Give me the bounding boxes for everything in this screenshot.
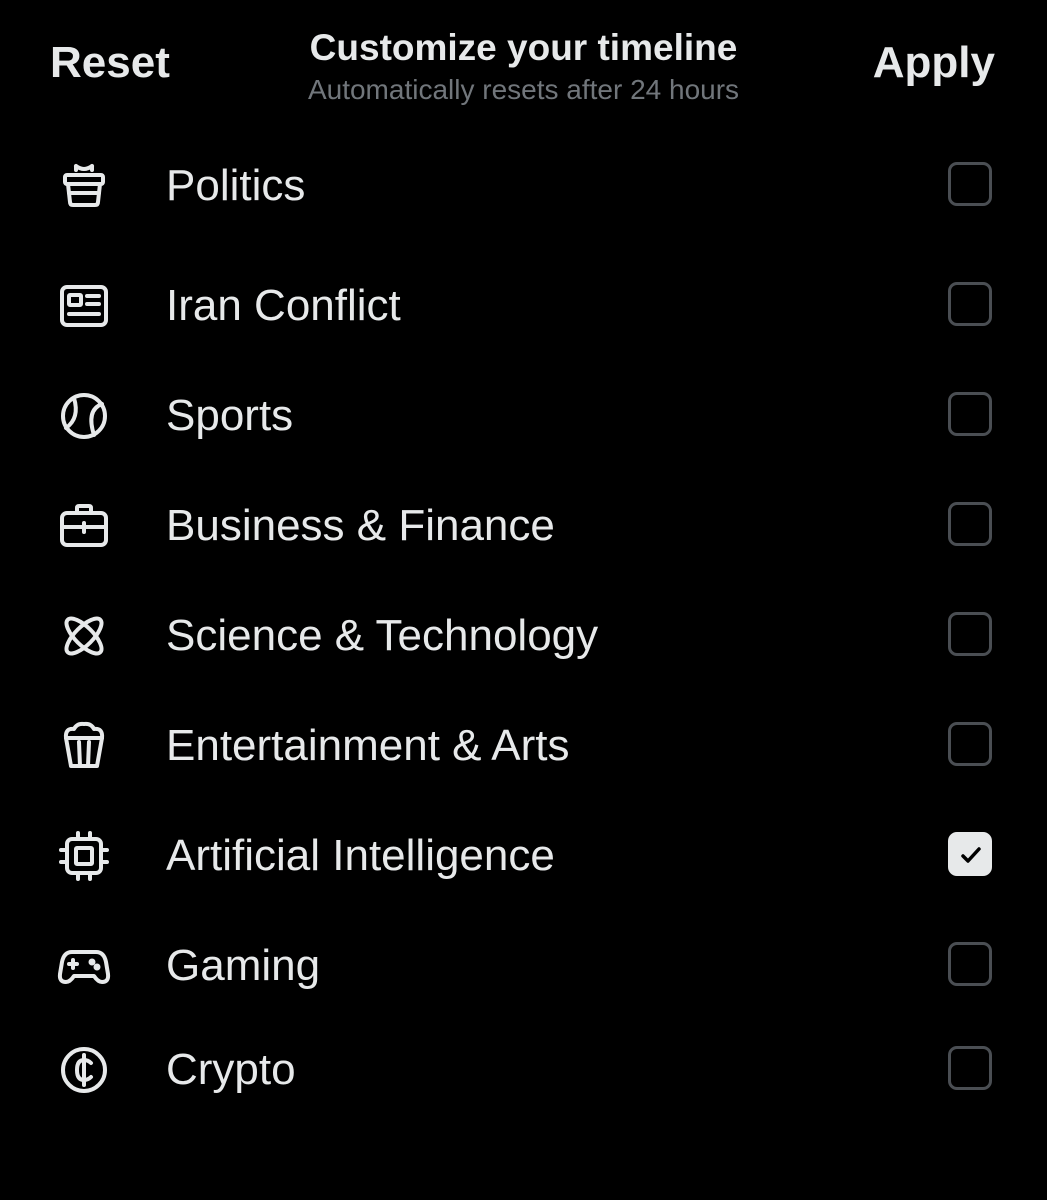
topic-row-sports[interactable]: Sports (0, 362, 1047, 462)
topic-checkbox[interactable] (948, 162, 992, 206)
topic-row-entertainment-arts[interactable]: Entertainment & Arts (0, 692, 1047, 792)
cent-coin-icon (56, 1042, 112, 1098)
topic-row-science-technology[interactable]: Science & Technology (0, 582, 1047, 682)
topic-label: Crypto (166, 1045, 296, 1094)
topic-row-politics[interactable]: Politics (0, 132, 1047, 232)
topic-row-iran-conflict[interactable]: Iran Conflict (0, 252, 1047, 352)
topic-label: Science & Technology (166, 611, 599, 660)
topic-checkbox[interactable] (948, 502, 992, 546)
topic-label: Artificial Intelligence (166, 831, 555, 880)
topic-label: Sports (166, 391, 294, 440)
sheet-subtitle: Automatically resets after 24 hours (307, 74, 740, 105)
topic-checkbox[interactable] (948, 1046, 992, 1090)
atom-icon (56, 608, 112, 664)
reset-button[interactable]: Reset (50, 38, 170, 88)
popcorn-icon (56, 718, 112, 774)
topic-checkbox[interactable] (948, 392, 992, 436)
sheet-header: Reset Customize your timeline Automatica… (0, 0, 1047, 130)
customize-timeline-sheet: Reset Customize your timeline Automatica… (0, 0, 1047, 1200)
newspaper-icon (56, 278, 112, 334)
checkmark-icon (961, 847, 981, 863)
topic-row-gaming[interactable]: Gaming (0, 912, 1047, 1012)
chip-icon (56, 828, 112, 884)
briefcase-icon (56, 498, 112, 554)
gamepad-icon (56, 938, 112, 994)
sheet-title: Customize your timeline (309, 27, 738, 68)
apply-button[interactable]: Apply (873, 38, 995, 88)
topic-row-artificial-intelligence[interactable]: Artificial Intelligence (0, 802, 1047, 902)
title-block: Customize your timeline Automatically re… (200, 26, 847, 108)
topic-checkbox[interactable] (948, 942, 992, 986)
topic-row-business-finance[interactable]: Business & Finance (0, 472, 1047, 572)
topic-label: Iran Conflict (166, 281, 401, 330)
topic-checkbox[interactable] (948, 282, 992, 326)
topic-checkbox[interactable] (948, 722, 992, 766)
topic-checkbox[interactable] (948, 612, 992, 656)
topic-checkbox-checked[interactable] (948, 832, 992, 876)
topic-label: Gaming (166, 941, 321, 990)
topic-label: Politics (166, 161, 306, 210)
topic-row-crypto[interactable]: Crypto (0, 1016, 1047, 1116)
ball-icon (56, 388, 112, 444)
topic-label: Business & Finance (166, 501, 555, 550)
podium-icon (56, 158, 112, 214)
topic-label: Entertainment & Arts (166, 721, 570, 770)
